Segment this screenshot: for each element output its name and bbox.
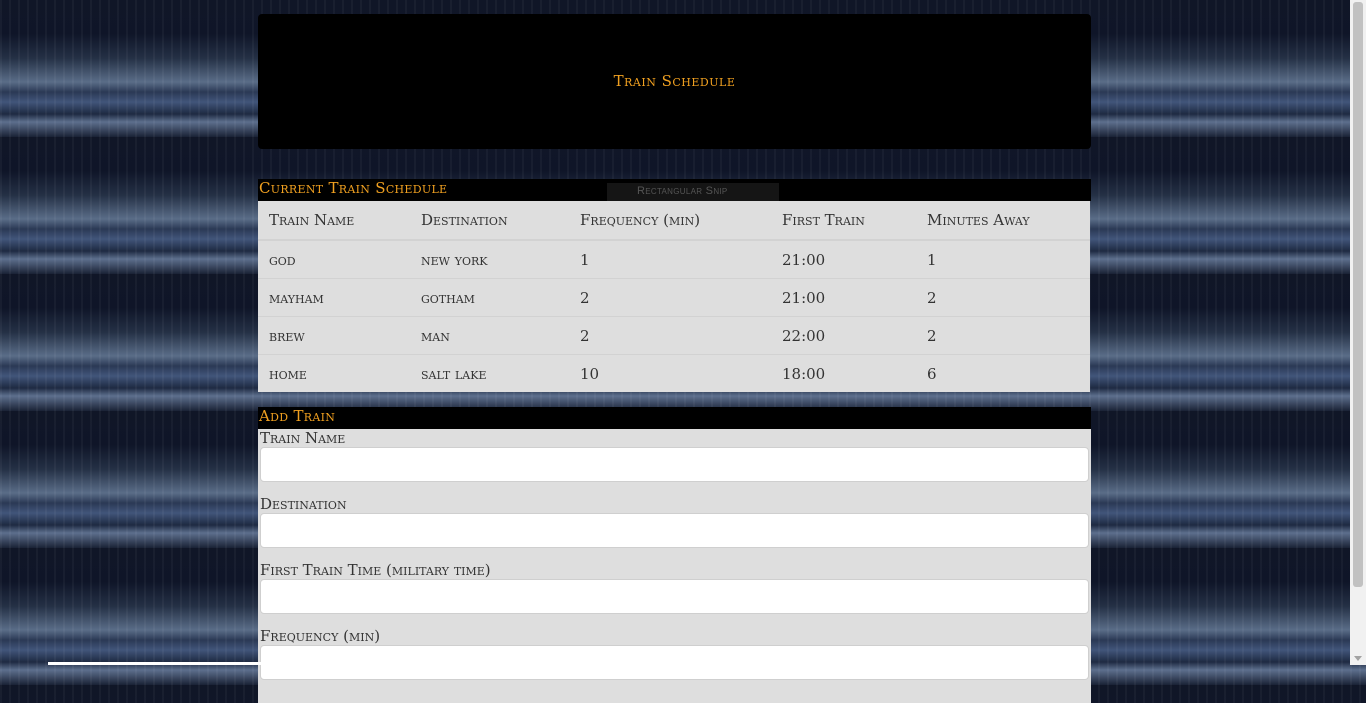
frequency-label: Frequency (min) xyxy=(260,627,381,645)
cell-first-train: 18:00 xyxy=(771,354,916,392)
cell-destination: salt lake xyxy=(410,354,569,392)
cell-train-name: brew xyxy=(258,316,410,355)
schedule-table: Train Name Destination Frequency (min) F… xyxy=(258,201,1090,392)
vertical-scrollbar[interactable] xyxy=(1350,0,1366,665)
cell-minutes-away: 6 xyxy=(916,354,1090,392)
cell-minutes-away: 1 xyxy=(916,239,1090,279)
cell-first-train: 22:00 xyxy=(771,316,916,355)
destination-input[interactable] xyxy=(260,513,1089,548)
column-header-train-name: Train Name xyxy=(258,201,410,241)
cell-train-name: god xyxy=(258,239,410,279)
cell-destination: new york xyxy=(410,239,569,279)
cell-minutes-away: 2 xyxy=(916,278,1090,317)
first-train-time-label: First Train Time (military time) xyxy=(260,561,491,579)
table-row: brew man 2 22:00 2 xyxy=(258,316,1090,355)
cell-destination: man xyxy=(410,316,569,355)
scroll-down-arrow-icon[interactable] xyxy=(1354,656,1362,661)
cell-train-name: home xyxy=(258,354,410,392)
scrollbar-thumb[interactable] xyxy=(1353,2,1363,587)
cell-first-train: 21:00 xyxy=(771,239,916,279)
cell-train-name: mayham xyxy=(258,278,410,317)
jumbotron: Train Schedule xyxy=(258,14,1091,149)
column-header-destination: Destination xyxy=(410,201,569,241)
add-train-panel-heading: Add Train xyxy=(258,407,1091,429)
main-container: Train Schedule Current Train Schedule Re… xyxy=(258,14,1091,703)
column-header-first-train: First Train xyxy=(771,201,916,241)
schedule-heading-label: Current Train Schedule xyxy=(259,179,448,197)
column-header-frequency: Frequency (min) xyxy=(569,201,771,241)
cell-frequency: 2 xyxy=(569,316,771,355)
destination-label: Destination xyxy=(260,495,347,513)
snip-tooltip-text: Rectangular Snip xyxy=(637,185,728,197)
first-train-time-input[interactable] xyxy=(260,579,1089,614)
train-name-label: Train Name xyxy=(260,429,346,447)
table-row: god new york 1 21:00 1 xyxy=(258,239,1090,279)
train-name-input[interactable] xyxy=(260,447,1089,482)
add-train-heading-label: Add Train xyxy=(259,407,336,425)
table-row: mayham gotham 2 21:00 2 xyxy=(258,278,1090,317)
table-header-row: Train Name Destination Frequency (min) F… xyxy=(258,201,1090,241)
cell-first-train: 21:00 xyxy=(771,278,916,317)
cell-frequency: 1 xyxy=(569,239,771,279)
snip-tooltip-overlay: Rectangular Snip xyxy=(607,183,779,201)
page-title: Train Schedule xyxy=(613,71,736,90)
cell-destination: gotham xyxy=(410,278,569,317)
schedule-panel-heading: Current Train Schedule Rectangular Snip xyxy=(258,179,1091,201)
cell-frequency: 10 xyxy=(569,354,771,392)
cell-minutes-away: 2 xyxy=(916,316,1090,355)
column-header-minutes-away: Minutes Away xyxy=(916,201,1090,241)
table-row: home salt lake 10 18:00 6 xyxy=(258,354,1090,392)
cell-frequency: 2 xyxy=(569,278,771,317)
